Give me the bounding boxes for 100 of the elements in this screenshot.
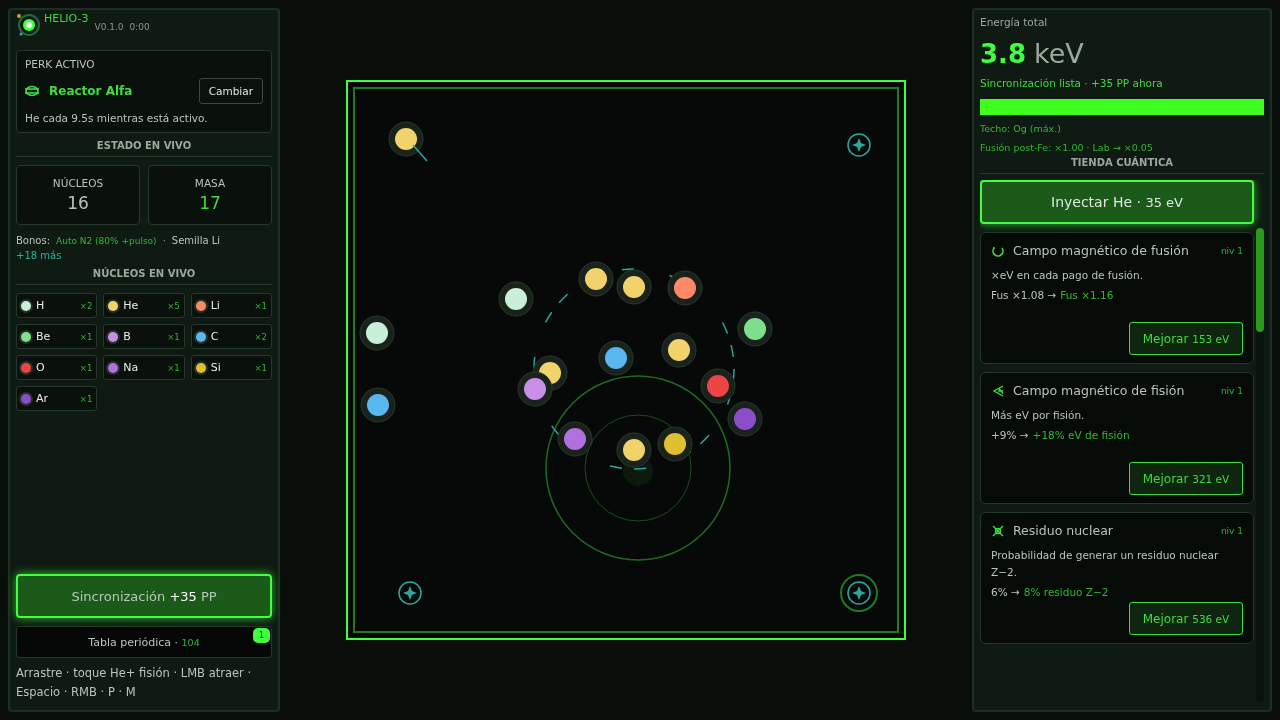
nucleus[interactable] [388,121,424,157]
nucleus[interactable] [578,261,614,297]
logo-icon [16,12,42,38]
perk-name: Reactor Alfa [49,84,134,98]
element-count: ×1 [79,393,93,404]
element-count: ×5 [167,300,180,311]
element-symbol: Na [123,361,140,374]
upgrade-level: niv 1 [1220,525,1243,536]
nucleus[interactable] [616,269,652,305]
nucleus[interactable] [557,421,593,457]
nucleus-chip[interactable]: Be ×1 [16,324,98,349]
version-text: V0.1.0 [94,22,124,32]
element-count: ×2 [79,300,93,311]
sync-button[interactable]: Sincronización +35 PP [16,574,272,618]
energy-value: 3.8 [980,39,1027,69]
section-heading: ESTADO EN VIVO [16,133,272,157]
current-value: +9% → [991,429,1029,441]
element-count: ×1 [254,362,267,373]
target-icon [847,133,871,157]
upgrade-button[interactable]: Mejorar 153 eV [1129,322,1243,355]
nucleus[interactable] [517,371,553,407]
nucleus-chip[interactable]: O ×1 [16,355,98,380]
element-symbol: B [123,330,132,343]
upgrade-button[interactable]: Mejorar 536 eV [1129,602,1243,635]
nucleus[interactable] [661,332,697,368]
current-value: Fus ×1.08 → [991,289,1057,301]
aim-line [412,144,428,162]
separator-dot: · [162,235,166,246]
upgrade-description: Más eV por fisión. [991,408,1086,423]
upgrade-title: Residuo nuclear [1013,523,1114,538]
element-symbol: C [210,330,220,343]
change-button[interactable]: Cambiar [198,78,263,104]
next-value: 8% residuo Z−2 [1023,586,1109,598]
upgrade-level: niv 1 [1220,385,1243,396]
nucleus-chip[interactable]: Ar ×1 [16,386,98,411]
nucleus[interactable] [667,270,703,306]
upgrade-description: ×eV en cada pago de fusión. [991,268,1145,283]
element-count: ×1 [254,300,267,311]
nucleus[interactable] [598,340,634,376]
sync-status: Sincronización lista · +35 PP ahora [980,77,1164,89]
controls-hint: Arrastre · toque He+ fisión · LMB atraer · Espacio · RMB · P · M [16,665,253,701]
element-symbol: Be [36,330,52,343]
nucleus[interactable] [359,315,395,351]
stat-value: 16 [67,193,89,213]
element-count: ×2 [254,331,267,342]
target-icon [398,581,422,605]
nucleus[interactable] [616,432,652,468]
inject-button[interactable]: Inyectar He · 35 eV [980,180,1254,224]
upgrade-title: Campo magnético de fisión [1013,383,1186,398]
element-symbol: H [36,299,46,312]
chevron-icon [991,383,1005,398]
stat-label: NÚCLEOS [52,177,104,189]
nucleus[interactable] [657,426,693,462]
next-value: Fus ×1.16 [1060,289,1114,301]
upgrade-level: niv 1 [1220,245,1243,256]
target-icon [847,581,871,605]
element-count: ×1 [79,362,93,373]
upgrade-title: Campo magnético de fusión [1013,243,1190,258]
section-heading: NÚCLEOS EN VIVO [16,261,272,285]
element-symbol: Ar [36,392,50,405]
element-count: ×1 [79,331,93,342]
current-value: 6% → [991,586,1020,598]
target-ring [840,574,878,612]
nucleus-chip[interactable]: Li ×1 [190,293,272,318]
app-title: HELIO-3 [44,12,89,25]
element-count: ×1 [167,362,180,373]
nucleus[interactable] [737,311,773,347]
nucleus[interactable] [498,281,534,317]
stat-value: 17 [199,193,221,213]
cross-icon [991,523,1005,538]
energy-label: Energía total [980,16,1049,28]
element-symbol: Li [210,299,221,312]
nucleus-chip[interactable]: H ×2 [16,293,98,318]
next-value: +18% eV de fisión [1032,429,1130,441]
bonus-text: Semilla Li [171,235,221,246]
element-symbol: He [123,299,140,312]
reactor-icon [25,85,39,97]
nucleus-chip[interactable]: Na ×1 [103,355,185,380]
scrollbar[interactable] [1256,228,1264,702]
perk-heading: PERK ACTIVO [25,58,96,70]
nucleus-chip[interactable]: B ×1 [103,324,185,349]
more-bonuses-link[interactable]: +18 más [16,250,62,261]
stat-label: MASA [194,177,226,189]
ceiling-text: Techo: Og (máx.) [980,123,1062,134]
nucleus[interactable] [360,387,396,423]
bonus-label: Bonos: [16,235,50,246]
element-symbol: Si [210,361,222,374]
scrollbar-thumb[interactable] [1256,228,1264,332]
energy-unit: keV [1034,38,1084,69]
upgrade-button[interactable]: Mejorar 321 eV [1129,462,1243,495]
nucleus-chip[interactable]: C ×2 [190,324,272,349]
nucleus-chip[interactable]: Si ×1 [190,355,272,380]
perk-description: He cada 9.5s mientras está activo. [25,112,209,124]
element-count: ×1 [167,331,180,342]
section-heading: TIENDA CUÁNTICA [980,153,1264,174]
element-symbol: O [36,361,46,374]
nucleus-chip[interactable]: He ×5 [103,293,185,318]
time-text: 0:00 [129,22,150,32]
upgrade-description: Probabilidad de generar un residuo nuclear Z−2. [991,548,1220,580]
bonus-text: Auto N2 (80% +pulso) [56,236,157,246]
